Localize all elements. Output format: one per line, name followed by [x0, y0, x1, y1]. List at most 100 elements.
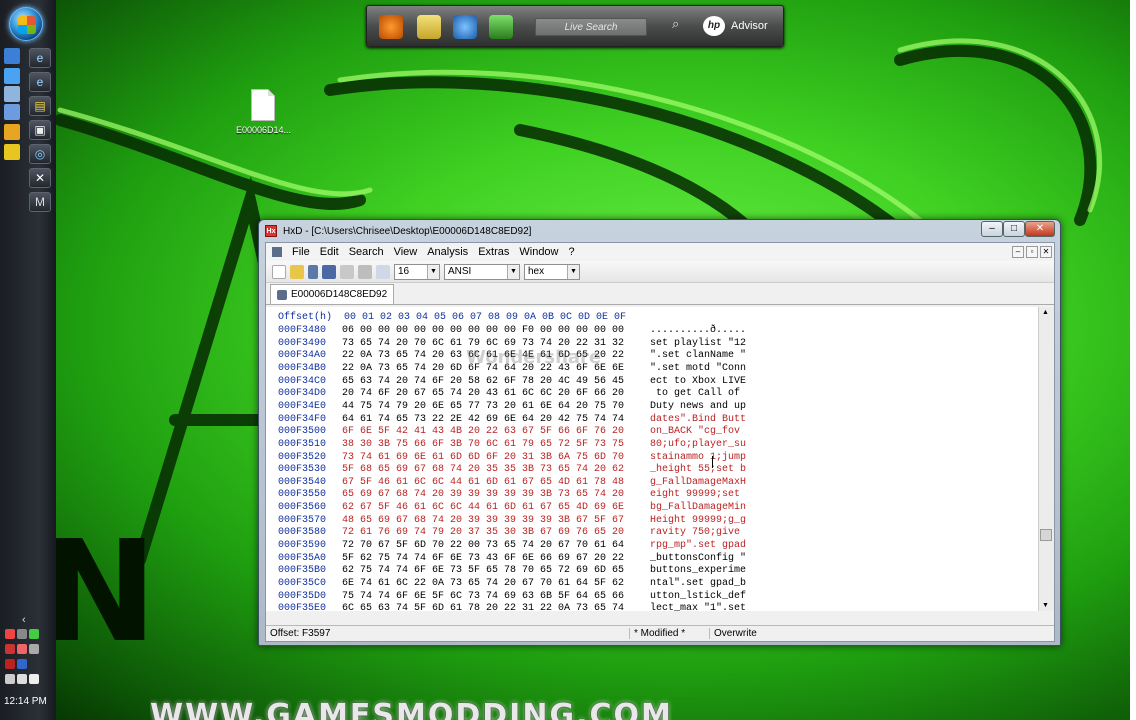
row-ascii[interactable]: dates".Bind Butt — [650, 414, 746, 427]
row-hex-bytes[interactable]: 20 74 6F 20 67 65 74 20 43 61 6C 6C 20 6… — [342, 388, 650, 401]
tray-vm-icon[interactable] — [17, 629, 27, 639]
hex-row[interactable]: 000F35D0 75 74 74 6F 6E 5F 6C 73 74 69 63… — [278, 591, 746, 604]
row-ascii[interactable]: ".set motd "Conn — [650, 363, 746, 376]
open-dropdown-icon[interactable] — [308, 264, 318, 279]
row-ascii[interactable]: set playlist "12 — [650, 338, 746, 351]
doc-close-button[interactable]: ✕ — [1040, 246, 1052, 258]
vertical-scrollbar[interactable]: ▲ ▼ — [1038, 307, 1054, 611]
hex-row[interactable]: 000F3550 65 69 67 68 74 20 39 39 39 39 39… — [278, 489, 746, 502]
menu-window[interactable]: Window — [519, 246, 558, 258]
open-folder-icon[interactable] — [290, 264, 304, 279]
taskbar-cmd-icon[interactable]: ✕ — [29, 168, 51, 188]
tray-update-icon[interactable] — [5, 659, 15, 669]
status-mode[interactable]: Overwrite — [710, 628, 761, 639]
show-hidden-chevron-icon[interactable]: ‹ — [22, 614, 26, 626]
row-ascii[interactable]: stainammo 1;jump — [650, 452, 746, 465]
quicklaunch-ie-icon[interactable] — [4, 68, 20, 84]
doc-restore-button[interactable]: ▫ — [1026, 246, 1038, 258]
row-hex-bytes[interactable]: 72 70 67 5F 6D 70 22 00 73 65 74 20 67 7… — [342, 540, 650, 553]
taskbar-vm-icon[interactable]: M — [29, 192, 51, 212]
row-hex-bytes[interactable]: 6F 6E 5F 42 41 43 4B 20 22 63 67 5F 66 6… — [342, 426, 650, 439]
hp-advisor-button[interactable]: hp Advisor — [703, 16, 768, 36]
taskbar-window-icon[interactable]: ▣ — [29, 120, 51, 140]
row-hex-bytes[interactable]: 6E 74 61 6C 22 0A 73 65 74 20 67 70 61 6… — [342, 578, 650, 591]
menu-edit[interactable]: Edit — [320, 246, 339, 258]
live-search-input[interactable]: Live Search — [535, 18, 647, 36]
row-ascii[interactable]: eight 99999;set — [650, 489, 746, 502]
hex-row[interactable]: 000F3480 06 00 00 00 00 00 00 00 00 00 F0… — [278, 325, 746, 338]
tray-display-icon[interactable] — [5, 674, 15, 684]
hex-row[interactable]: 000F34C0 65 63 74 20 74 6F 20 58 62 6F 78… — [278, 376, 746, 389]
hex-row[interactable]: 000F35E0 6C 65 63 74 5F 6D 61 78 20 22 31… — [278, 603, 746, 611]
scrollbar-thumb[interactable] — [1040, 529, 1052, 541]
tray-network-icon[interactable] — [29, 629, 39, 639]
charset-select[interactable]: ANSI ▼ — [444, 263, 520, 280]
row-ascii[interactable]: on_BACK "cg_fov — [650, 426, 746, 439]
notes-icon[interactable] — [417, 15, 441, 39]
save-icon[interactable] — [322, 264, 336, 279]
tray-monitor-icon[interactable] — [17, 674, 27, 684]
tray-shield-icon[interactable] — [5, 644, 15, 654]
row-ascii[interactable]: ravity 750;give — [650, 527, 746, 540]
hex-row[interactable]: 000F34E0 44 75 74 79 20 6E 65 77 73 20 61… — [278, 401, 746, 414]
quicklaunch-desktop-icon[interactable] — [4, 104, 20, 120]
row-ascii[interactable]: ".set clanName " — [650, 350, 746, 363]
taskbar-ie2-icon[interactable]: e — [29, 72, 51, 92]
row-hex-bytes[interactable]: 5F 68 65 69 67 68 74 20 35 35 3B 73 65 7… — [342, 464, 650, 477]
taskbar-ie-icon[interactable]: e — [29, 48, 51, 68]
tray-bluetooth-icon[interactable] — [17, 659, 27, 669]
row-ascii[interactable]: bg_FallDamageMin — [650, 502, 746, 515]
start-button[interactable] — [9, 7, 43, 41]
row-ascii[interactable]: g_FallDamageMaxH — [650, 477, 746, 490]
row-ascii[interactable]: rpg_mp".set gpad — [650, 540, 746, 553]
taskbar-notes-icon[interactable]: ▤ — [29, 96, 51, 116]
menu-analysis[interactable]: Analysis — [427, 246, 468, 258]
document-menu-icon[interactable] — [272, 247, 282, 257]
scroll-down-icon[interactable]: ▼ — [1042, 602, 1049, 609]
menu-file[interactable]: File — [292, 246, 310, 258]
row-ascii[interactable]: to get Call of — [650, 388, 746, 401]
row-hex-bytes[interactable]: 64 61 74 65 73 22 2E 42 69 6E 64 20 42 7… — [342, 414, 650, 427]
hex-row[interactable]: 000F3530 5F 68 65 69 67 68 74 20 35 35 3B… — [278, 464, 746, 477]
row-ascii[interactable]: ..........ð..... — [650, 325, 746, 338]
row-ascii[interactable]: ntal".set gpad_b — [650, 578, 746, 591]
row-ascii[interactable]: buttons_experime — [650, 565, 746, 578]
tray-settings-icon[interactable] — [29, 644, 39, 654]
hex-row[interactable]: 000F34D0 20 74 6F 20 67 65 74 20 43 61 6C… — [278, 388, 746, 401]
new-file-icon[interactable] — [272, 264, 286, 279]
row-ascii[interactable]: _buttonsConfig " — [650, 553, 746, 566]
green-tool-icon[interactable] — [489, 15, 513, 39]
row-hex-bytes[interactable]: 72 61 76 69 74 79 20 37 35 30 3B 67 69 7… — [342, 527, 650, 540]
desktop-file-icon[interactable]: E00006D14... — [236, 89, 291, 135]
cut-icon[interactable] — [340, 264, 354, 279]
row-hex-bytes[interactable]: 44 75 74 79 20 6E 65 77 73 20 61 6E 64 2… — [342, 401, 650, 414]
quicklaunch-hp-icon[interactable] — [4, 48, 20, 64]
hex-row[interactable]: 000F34F0 64 61 74 65 73 22 2E 42 69 6E 64… — [278, 414, 746, 427]
hex-row[interactable]: 000F35C0 6E 74 61 6C 22 0A 73 65 74 20 67… — [278, 578, 746, 591]
hex-row[interactable]: 000F3500 6F 6E 5F 42 41 43 4B 20 22 63 67… — [278, 426, 746, 439]
row-hex-bytes[interactable]: 62 67 5F 46 61 6C 6C 44 61 6D 61 67 65 4… — [342, 502, 650, 515]
row-hex-bytes[interactable]: 5F 62 75 74 74 6F 6E 73 43 6F 6E 66 69 6… — [342, 553, 650, 566]
menu-extras[interactable]: Extras — [478, 246, 509, 258]
offset-base-select[interactable]: hex ▼ — [524, 263, 580, 280]
doc-minimize-button[interactable]: ‒ — [1012, 246, 1024, 258]
menu-search[interactable]: Search — [349, 246, 384, 258]
row-hex-bytes[interactable]: 48 65 69 67 68 74 20 39 39 39 39 39 3B 6… — [342, 515, 650, 528]
minimize-button[interactable]: ‒ — [981, 221, 1003, 237]
menu-view[interactable]: View — [394, 246, 418, 258]
tray-volume-icon[interactable] — [29, 674, 39, 684]
row-hex-bytes[interactable]: 62 75 74 74 6F 6E 73 5F 65 78 70 65 72 6… — [342, 565, 650, 578]
search-icon[interactable]: ⌕ — [672, 16, 679, 32]
menu-help[interactable]: ? — [569, 246, 575, 258]
help-icon[interactable] — [453, 15, 477, 39]
row-ascii[interactable]: lect_max "1".set — [650, 603, 746, 611]
tray-antivirus-icon[interactable] — [5, 629, 15, 639]
row-ascii[interactable]: utton_lstick_def — [650, 591, 746, 604]
scroll-up-icon[interactable]: ▲ — [1042, 309, 1049, 316]
row-hex-bytes[interactable]: 38 30 3B 75 66 6F 3B 70 6C 61 79 65 72 5… — [342, 439, 650, 452]
row-ascii[interactable]: ect to Xbox LIVE — [650, 376, 746, 389]
hex-row[interactable]: 000F3590 72 70 67 5F 6D 70 22 00 73 65 74… — [278, 540, 746, 553]
quicklaunch-recycle-icon[interactable] — [4, 86, 20, 102]
title-bar[interactable]: Hx HxD - [C:\Users\Chrisee\Desktop\E0000… — [259, 220, 1060, 242]
hex-row[interactable]: 000F3580 72 61 76 69 74 79 20 37 35 30 3B… — [278, 527, 746, 540]
